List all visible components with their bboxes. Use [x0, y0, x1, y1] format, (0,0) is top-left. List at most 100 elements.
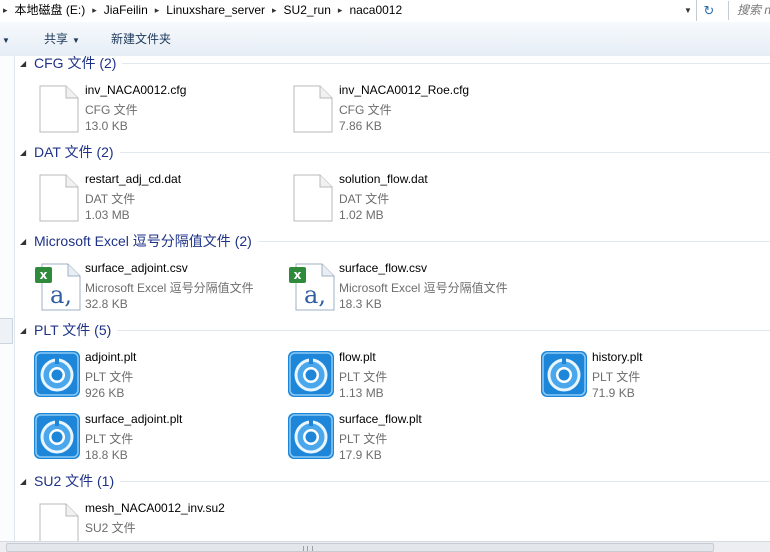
group-title: PLT 文件 (5)	[34, 322, 112, 338]
breadcrumb-item[interactable]: Linuxshare_server	[162, 0, 269, 21]
file-item[interactable]: restart_adj_cd.dat DAT 文件 1.03 MB	[34, 172, 284, 229]
breadcrumb[interactable]: ▸ 本地磁盘 (E:) ▸ JiaFeilin ▸ Linuxshare_ser…	[0, 0, 697, 21]
file-type: PLT 文件	[85, 370, 134, 384]
plt-icon	[288, 351, 334, 397]
breadcrumb-item[interactable]: JiaFeilin	[100, 0, 152, 21]
chevron-down-icon[interactable]: ◢	[20, 148, 34, 157]
refresh-icon[interactable]: ↻	[698, 0, 720, 21]
group-header[interactable]: ◢ PLT 文件 (5)	[20, 320, 770, 340]
file-name: history.plt	[592, 350, 643, 364]
file-type: DAT 文件	[339, 192, 390, 206]
file-type: DAT 文件	[85, 192, 136, 206]
file-name: surface_adjoint.plt	[85, 412, 183, 426]
file-type: CFG 文件	[339, 103, 392, 117]
file-item[interactable]: mesh_NACA0012_inv.su2 SU2 文件	[34, 501, 284, 541]
plt-icon	[34, 413, 80, 459]
file-size: 7.86 KB	[339, 119, 382, 133]
breadcrumb-separator[interactable]: ▸	[89, 0, 100, 21]
breadcrumb-separator[interactable]: ▸	[335, 0, 346, 21]
file-type: PLT 文件	[339, 370, 388, 384]
file-item[interactable]: surface_flow.plt PLT 文件 17.9 KB	[288, 412, 538, 469]
file-item[interactable]: x a, surface_flow.csv Microsoft Excel 逗号分…	[288, 261, 538, 318]
breadcrumb-item[interactable]: SU2_run	[280, 0, 335, 21]
chevron-down-icon[interactable]: ◢	[20, 326, 34, 335]
divider	[120, 480, 770, 482]
chevron-down-icon[interactable]: ◢	[20, 237, 34, 246]
svg-text:a,: a,	[50, 281, 72, 309]
breadcrumb-item[interactable]: 本地磁盘 (E:)	[11, 0, 90, 21]
breadcrumb-separator[interactable]: ▸	[0, 0, 11, 21]
file-name: surface_flow.plt	[339, 412, 422, 426]
chevron-down-icon[interactable]: ◢	[20, 477, 34, 486]
group-header[interactable]: ◢ SU2 文件 (1)	[20, 471, 770, 491]
file-item[interactable]: inv_NACA0012.cfg CFG 文件 13.0 KB	[34, 83, 284, 140]
splitter-handle[interactable]	[0, 318, 13, 344]
file-type: Microsoft Excel 逗号分隔值文件	[85, 281, 254, 295]
share-label: 共享	[44, 32, 69, 46]
group-title: CFG 文件 (2)	[34, 56, 117, 71]
file-size: 926 KB	[85, 386, 125, 400]
svg-text:x: x	[294, 268, 302, 282]
share-button[interactable]: 共享 ▼	[44, 22, 80, 56]
group-header[interactable]: ◢ DAT 文件 (2)	[20, 142, 770, 162]
file-item[interactable]: flow.plt PLT 文件 1.13 MB	[288, 350, 538, 407]
file-item[interactable]: solution_flow.dat DAT 文件 1.02 MB	[288, 172, 538, 229]
grip-icon	[303, 546, 313, 551]
file-size: 71.9 KB	[592, 386, 635, 400]
divider	[257, 240, 770, 242]
file-item[interactable]: x a, surface_adjoint.csv Microsoft Excel …	[34, 261, 284, 318]
file-size: 18.3 KB	[339, 297, 382, 311]
file-size: 1.03 MB	[85, 208, 130, 222]
file-list[interactable]: ◢ CFG 文件 (2) inv_NACA0012.cfg CFG 文件 13.…	[0, 56, 770, 541]
svg-text:x: x	[40, 268, 48, 282]
breadcrumb-separator[interactable]: ▸	[269, 0, 280, 21]
chevron-down-icon[interactable]: ▼	[0, 22, 10, 56]
file-name: surface_adjoint.csv	[85, 261, 188, 275]
plt-icon	[34, 351, 80, 397]
navigation-pane[interactable]	[0, 56, 15, 541]
horizontal-scrollbar[interactable]	[0, 541, 770, 552]
chevron-down-icon[interactable]: ▼	[680, 0, 696, 21]
file-name: mesh_NACA0012_inv.su2	[85, 501, 225, 515]
svg-text:a,: a,	[304, 281, 326, 309]
search-input[interactable]: 搜索 naca0012	[728, 1, 770, 20]
file-item[interactable]: surface_adjoint.plt PLT 文件 18.8 KB	[34, 412, 284, 469]
document-icon	[39, 503, 79, 541]
document-icon	[293, 85, 333, 133]
file-item[interactable]: history.plt PLT 文件 71.9 KB	[541, 350, 770, 407]
file-item[interactable]: inv_NACA0012_Roe.cfg CFG 文件 7.86 KB	[288, 83, 538, 140]
chevron-down-icon: ▼	[72, 36, 80, 45]
group-header[interactable]: ◢ Microsoft Excel 逗号分隔值文件 (2)	[20, 231, 770, 251]
command-bar: ▼ 共享 ▼ 新建文件夹	[0, 22, 770, 57]
file-name: restart_adj_cd.dat	[85, 172, 182, 186]
file-size: 1.13 MB	[339, 386, 384, 400]
group-header[interactable]: ◢ CFG 文件 (2)	[20, 56, 770, 73]
excel-csv-icon: xa,	[289, 263, 335, 311]
file-item[interactable]: adjoint.plt PLT 文件 926 KB	[34, 350, 284, 407]
file-size: 18.8 KB	[85, 448, 128, 462]
document-icon	[39, 85, 79, 133]
breadcrumb-separator[interactable]: ▸	[152, 0, 163, 21]
file-name: surface_flow.csv	[339, 261, 428, 275]
plt-icon	[288, 413, 334, 459]
chevron-down-icon[interactable]: ◢	[20, 59, 34, 68]
group-title: SU2 文件 (1)	[34, 473, 115, 489]
document-icon	[293, 174, 333, 222]
file-type: SU2 文件	[85, 521, 136, 535]
file-size: 32.8 KB	[85, 297, 128, 311]
document-icon	[39, 174, 79, 222]
file-size: 13.0 KB	[85, 119, 128, 133]
breadcrumb-item[interactable]: naca0012	[345, 0, 406, 21]
divider	[119, 151, 770, 153]
new-folder-button[interactable]: 新建文件夹	[111, 22, 171, 56]
file-type: PLT 文件	[592, 370, 641, 384]
file-type: Microsoft Excel 逗号分隔值文件	[339, 281, 508, 295]
divider	[117, 329, 770, 331]
file-type: PLT 文件	[339, 432, 388, 446]
divider	[122, 62, 770, 64]
group-title: DAT 文件 (2)	[34, 144, 114, 160]
file-name: adjoint.plt	[85, 350, 137, 364]
excel-csv-icon: xa,	[35, 263, 81, 311]
file-name: inv_NACA0012_Roe.cfg	[339, 83, 470, 97]
file-name: flow.plt	[339, 350, 376, 364]
